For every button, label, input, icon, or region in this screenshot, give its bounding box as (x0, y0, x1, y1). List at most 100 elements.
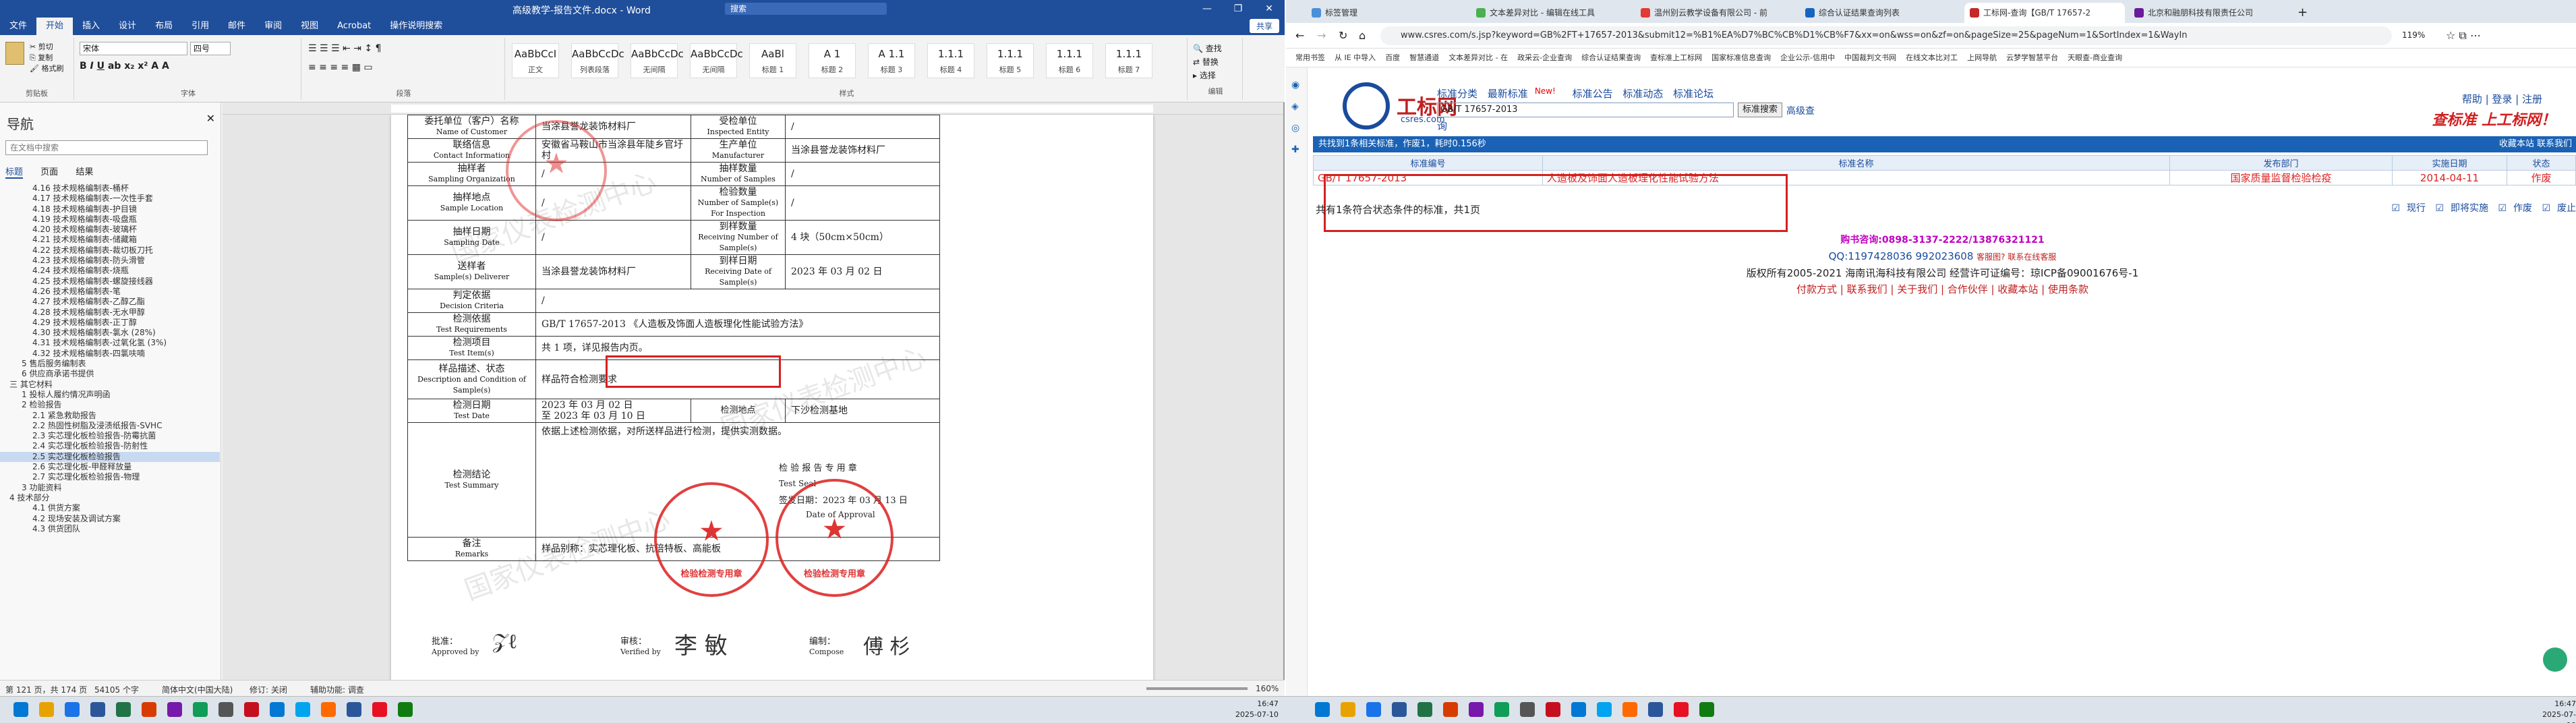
filter-void[interactable]: ☑ 作废 (2498, 203, 2532, 214)
nav-heading-item[interactable]: 4.24 技术规格编制表-烧瓶 (0, 266, 220, 276)
nav-heading-item[interactable]: 4.18 技术规格编制表-护目镜 (0, 204, 220, 214)
nav-tab-results[interactable]: 结果 (76, 167, 93, 177)
taskbar-app-icon[interactable] (398, 702, 413, 717)
taskbar-app-icon[interactable] (1494, 702, 1509, 717)
bookmark-item[interactable]: 企业公示-信用中 (1780, 53, 1835, 62)
taskbar-app-icon[interactable] (1341, 702, 1355, 717)
taskbar-app-icon[interactable] (347, 702, 361, 717)
ribbon-tab[interactable]: 布局 (146, 18, 182, 35)
bar-links[interactable]: 收藏本站 联系我们 (2499, 136, 2572, 152)
back-icon[interactable]: ← (1295, 29, 1304, 42)
nav-heading-item[interactable]: 4 技术部分 (0, 493, 220, 503)
nav-news[interactable]: 标准动态 (1622, 88, 1663, 100)
style-option[interactable]: AaBl 标题 1 (749, 43, 796, 78)
taskbar-app-icon[interactable] (1699, 702, 1714, 717)
nav-heading-item[interactable]: 4.2 现场安装及调试方案 (0, 514, 220, 524)
new-tab-icon[interactable]: + (2297, 5, 2308, 20)
ribbon-tab[interactable]: 操作说明搜索 (380, 18, 452, 35)
nav-notices[interactable]: 标准公告 (1573, 88, 1613, 100)
nav-heading-item[interactable]: 4.29 技术规格编制表-正丁醇 (0, 318, 220, 328)
font-name-select[interactable]: 宋体 (80, 42, 187, 55)
standard-search-button[interactable]: 标准搜索 (1738, 103, 1783, 117)
nav-heading-item[interactable]: 2.4 实芯理化板检验报告-防射性 (0, 441, 220, 451)
nav-heading-item[interactable]: 4.26 技术规格编制表-笔 (0, 287, 220, 297)
nav-heading-item[interactable]: 4.20 技术规格编制表-玻璃杯 (0, 225, 220, 235)
find-button[interactable]: 🔍 查找 (1193, 42, 1238, 55)
standard-search-input[interactable]: GB/T 17657-2013 (1437, 103, 1734, 117)
extensions-icon[interactable]: ☆ ⧉ ⋯ (2446, 29, 2481, 42)
taskbar-app-icon[interactable] (193, 702, 208, 717)
refresh-icon[interactable]: ↻ (1339, 29, 1347, 42)
taskbar-app-icon[interactable] (39, 702, 54, 717)
nav-heading-item[interactable]: 三 其它材料 (0, 380, 220, 390)
share-button[interactable]: 共享 (1249, 19, 1279, 33)
nav-heading-item[interactable]: 1 投标人履约情况声明函 (0, 390, 220, 400)
nav-heading-item[interactable]: 2 检验报告 (0, 400, 220, 410)
paste-icon[interactable] (5, 42, 24, 65)
ribbon-tab[interactable]: 引用 (182, 18, 218, 35)
style-option[interactable]: A 1 标题 2 (809, 43, 856, 78)
nav-heading-item[interactable]: 4.1 供货方案 (0, 503, 220, 513)
footer-qq-link[interactable]: 客服图? 联系在线客服 (1977, 252, 2056, 262)
nav-close-icon[interactable]: ✕ (206, 112, 215, 125)
format-buttons[interactable]: B I U ab x₂ x² A A (80, 61, 169, 71)
footer-links[interactable]: 付款方式 | 联系我们 | 关于我们 | 合作伙伴 | 收藏本站 | 使用条款 (1309, 281, 2576, 297)
advanced-search-link[interactable]: 高级查 (1786, 104, 1815, 117)
bookmark-item[interactable]: 百度 (1385, 53, 1400, 62)
nav-heading-item[interactable]: 4.19 技术规格编制表-吸盘瓶 (0, 214, 220, 225)
taskbar-app-icon[interactable] (372, 702, 387, 717)
nav-heading-item[interactable]: 2.7 实芯理化板检验报告-物理 (0, 472, 220, 482)
nav-tab-pages[interactable]: 页面 (40, 167, 58, 177)
taskbar-app-icon[interactable] (1571, 702, 1586, 717)
taskbar-app-icon[interactable] (321, 702, 336, 717)
ribbon-tab[interactable]: 邮件 (218, 18, 255, 35)
nav-search-input[interactable]: 在文档中搜索 (5, 140, 208, 155)
filter-current[interactable]: ☑ 现行 (2391, 203, 2426, 214)
bookmark-item[interactable]: 政采云-企业查询 (1517, 53, 1572, 62)
account-links[interactable]: 帮助 | 登录 | 注册 (2462, 92, 2542, 106)
ribbon-tab[interactable]: 文件 (0, 18, 36, 35)
nav-heading-item[interactable]: 2.5 实芯理化板检验报告 (0, 451, 220, 463)
taskbar-app-icon[interactable] (1443, 702, 1458, 717)
taskbar-app-icon[interactable] (1520, 702, 1535, 717)
advanced-search-link-2[interactable]: 询 (1437, 119, 1447, 133)
taskbar-app-icon[interactable] (167, 702, 182, 717)
nav-forum[interactable]: 标准论坛 (1673, 88, 1714, 100)
style-option[interactable]: AaBbCcDc 列表段落 (571, 43, 624, 78)
nav-heading-item[interactable]: 4.27 技术规格编制表-乙醇乙酯 (0, 297, 220, 307)
bookmark-item[interactable]: 智慧通道 (1409, 53, 1439, 62)
nav-heading-item[interactable]: 4.31 技术规格编制表-过氧化氢 (3%) (0, 338, 220, 348)
nav-heading-item[interactable]: 4.32 技术规格编制表-四氯呋喃 (0, 349, 220, 359)
paragraph-buttons[interactable]: ☰ ☰ ☰ ⇤ ⇥ ↕ ¶ (308, 43, 381, 54)
nav-heading-item[interactable]: 5 售后服务编制表 (0, 359, 220, 369)
nav-heading-item[interactable]: 6 供应商承诺书提供 (0, 369, 220, 379)
taskbar-app-icon[interactable] (1366, 702, 1381, 717)
nav-heading-item[interactable]: 2.2 热固性树脂及浸渍纸报告-SVHC (0, 421, 220, 431)
ribbon-tab[interactable]: 审阅 (255, 18, 291, 35)
nav-heading-item[interactable]: 4.30 技术规格编制表-氯水 (28%) (0, 328, 220, 338)
filter-abolished[interactable]: ☑ 废止 (2542, 203, 2576, 214)
nav-heading-item[interactable]: 3 功能资料 (0, 483, 220, 493)
ribbon-tab[interactable]: 开始 (36, 18, 74, 35)
bookmark-item[interactable]: 综合认证结果查询 (1581, 53, 1641, 62)
nav-latest[interactable]: 最新标准 New! (1488, 86, 1562, 100)
style-option[interactable]: 1.1.1 标题 6 (1046, 43, 1093, 78)
style-option[interactable]: AaBbCcI 正文 (512, 43, 559, 78)
style-option[interactable]: 1.1.1 标题 7 (1105, 43, 1152, 78)
taskbar-app-icon[interactable] (1417, 702, 1432, 717)
bookmark-item[interactable]: 国家标准信息查询 (1711, 53, 1771, 62)
style-option[interactable]: AaBbCcDc 无间隔 (690, 43, 743, 78)
browser-tab[interactable]: 温州别云教学设备有限公司 - 前 (1635, 3, 1796, 23)
restore-icon[interactable]: ❐ (1223, 0, 1254, 18)
address-bar[interactable]: www.csres.com/s.jsp?keyword=GB%2FT+17657… (1380, 26, 2392, 45)
taskbar-app-icon[interactable] (218, 702, 233, 717)
taskbar-app-icon[interactable] (295, 702, 310, 717)
ribbon-tab[interactable]: 设计 (109, 18, 146, 35)
sidebar-icons[interactable]: ◉ ◈ ◎ ✚ (1291, 74, 1301, 161)
filter-upcoming[interactable]: ☑ 即将实施 (2435, 203, 2488, 214)
taskbar-app-icon[interactable] (1648, 702, 1663, 717)
nav-heading-item[interactable]: 4.3 供货团队 (0, 524, 220, 534)
taskbar-app-icon[interactable] (142, 702, 156, 717)
clipboard-tools[interactable]: ✂ 剪切 ⎘ 复制 🖌 格式刷 (30, 42, 63, 74)
nav-heading-item[interactable]: 4.22 技术规格编制表-裁切板刀托 (0, 245, 220, 256)
